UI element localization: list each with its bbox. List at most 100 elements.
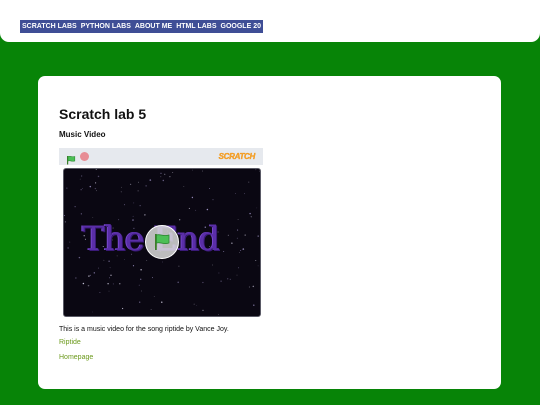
star	[122, 307, 124, 310]
star	[252, 285, 255, 288]
green-flag-play-icon	[155, 234, 170, 250]
green-flag-play-button[interactable]	[145, 225, 179, 259]
star	[255, 260, 257, 261]
star	[150, 309, 152, 310]
star	[244, 234, 246, 236]
star	[75, 277, 77, 279]
star	[193, 303, 195, 305]
star	[112, 283, 114, 285]
star	[164, 173, 166, 175]
content-card: Scratch lab 5 Music Video SCRATCH The En…	[38, 76, 501, 389]
star	[202, 309, 204, 311]
star	[132, 215, 134, 217]
star	[88, 275, 90, 277]
top-header: SCRATCH LABS PYTHON LABS ABOUT ME HTML L…	[0, 0, 540, 42]
green-flag-icon[interactable]	[66, 152, 76, 165]
star	[66, 187, 68, 189]
main-nav: SCRATCH LABS PYTHON LABS ABOUT ME HTML L…	[20, 20, 263, 33]
star	[132, 265, 135, 267]
star	[255, 169, 257, 171]
player-stage[interactable]: The End	[63, 168, 261, 317]
star	[109, 267, 111, 269]
star	[121, 186, 122, 188]
star	[138, 284, 140, 286]
star	[103, 259, 105, 261]
star	[196, 305, 198, 306]
star	[227, 278, 229, 280]
star	[139, 205, 141, 207]
star	[152, 277, 153, 279]
star	[95, 169, 97, 170]
star	[191, 196, 194, 199]
star	[67, 247, 69, 249]
star	[137, 190, 139, 192]
star	[99, 291, 101, 293]
star	[146, 260, 148, 261]
star	[137, 181, 140, 183]
star	[259, 170, 260, 172]
star	[169, 176, 171, 178]
star	[212, 199, 214, 201]
star	[108, 260, 110, 263]
star	[80, 213, 82, 215]
star	[248, 181, 250, 183]
section-subtitle: Music Video	[59, 130, 106, 139]
star	[89, 185, 92, 188]
star	[94, 187, 97, 190]
star	[133, 202, 135, 204]
scratch-logo[interactable]: SCRATCH	[218, 152, 255, 161]
star	[238, 267, 240, 269]
nav-link-python-labs[interactable]: PYTHON LABS	[81, 21, 131, 32]
star	[140, 278, 142, 280]
nav-link-html-labs[interactable]: HTML LABS	[176, 21, 216, 32]
star	[109, 277, 111, 279]
star	[202, 281, 204, 284]
star	[257, 235, 259, 237]
star	[74, 206, 76, 208]
star	[64, 221, 66, 223]
star	[188, 207, 190, 209]
star	[92, 311, 93, 313]
star	[162, 179, 165, 182]
star	[96, 190, 97, 192]
star	[87, 284, 90, 287]
star	[209, 187, 211, 189]
star	[256, 207, 258, 209]
star	[177, 281, 179, 284]
nav-link-about-me[interactable]: ABOUT ME	[135, 21, 172, 32]
star	[139, 301, 141, 303]
homepage-link[interactable]: Homepage	[59, 354, 93, 361]
star	[149, 179, 152, 181]
star	[172, 172, 174, 173]
star	[108, 290, 110, 292]
star	[218, 272, 220, 274]
stop-icon[interactable]	[80, 152, 89, 161]
star	[217, 314, 219, 316]
player-toolbar: SCRATCH	[59, 148, 263, 165]
star	[160, 176, 162, 178]
star	[183, 186, 185, 187]
star	[140, 269, 142, 271]
star	[107, 283, 109, 285]
star	[78, 256, 81, 259]
star	[119, 169, 121, 170]
star	[82, 282, 85, 285]
star	[244, 193, 245, 195]
star	[191, 169, 193, 171]
star	[110, 274, 112, 276]
riptide-link[interactable]: Riptide	[59, 339, 81, 346]
page-title: Scratch lab 5	[59, 106, 147, 122]
star	[206, 208, 209, 211]
nav-link-google-20[interactable]: GOOGLE 20	[221, 21, 261, 32]
nav-link-scratch-labs[interactable]: SCRATCH LABS	[22, 21, 77, 32]
star	[250, 216, 252, 218]
star	[92, 217, 94, 218]
star	[89, 274, 91, 276]
star	[161, 261, 163, 263]
star	[202, 170, 204, 172]
star	[129, 183, 132, 186]
star	[80, 189, 82, 191]
video-description: This is a music video for the song ripti…	[59, 326, 229, 333]
star	[195, 209, 197, 211]
star	[153, 295, 155, 297]
